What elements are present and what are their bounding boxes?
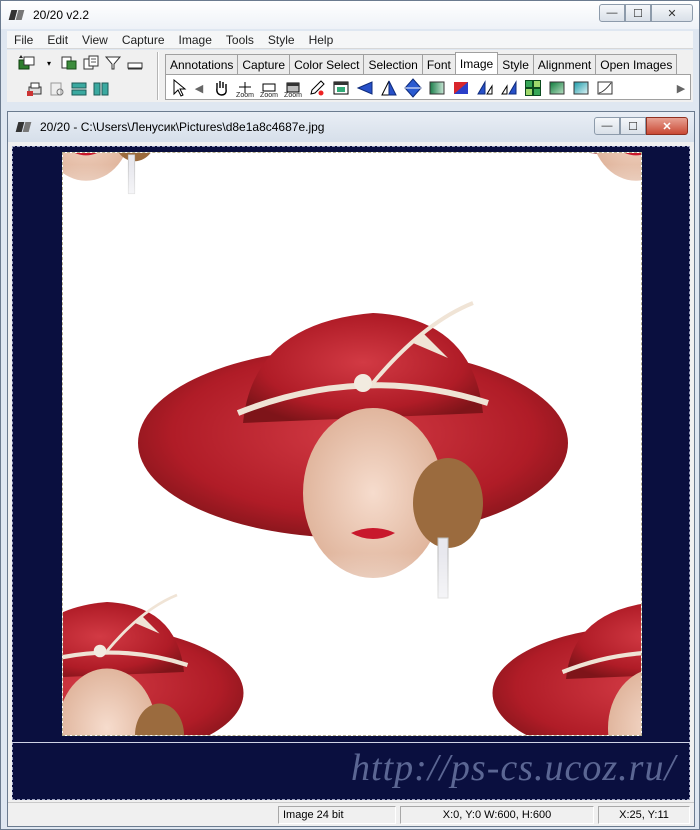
canvas-band-line (12, 742, 690, 743)
toolbar-tabs: Annotations Capture Color Select Selecti… (165, 52, 678, 74)
color-balance-icon[interactable] (450, 78, 472, 98)
brightness-icon[interactable] (546, 78, 568, 98)
scroll-right-icon[interactable]: ▶ (670, 78, 692, 98)
zoom-actual-icon[interactable]: Zoom (234, 78, 256, 99)
print-icon[interactable] (25, 80, 45, 98)
tile-vertical-icon[interactable] (91, 80, 111, 98)
rotate-right-icon[interactable] (498, 78, 520, 98)
app-title: 20/20 v2.2 (33, 8, 90, 22)
menu-view[interactable]: View (75, 33, 115, 47)
zoom-fit-label: Zoom (260, 92, 278, 99)
document-minimize-button[interactable]: — (594, 117, 620, 135)
dropdown-arrow-icon[interactable]: ▾ (39, 54, 59, 72)
image-tools-strip: ◀ Zoom Zoom Zoom ▶ (165, 74, 691, 100)
flip-left-icon[interactable] (354, 78, 376, 98)
zoom-fit-icon[interactable]: Zoom (258, 78, 280, 99)
left-toolbar: ▾ (13, 52, 153, 100)
menu-capture[interactable]: Capture (115, 33, 172, 47)
tiled-hat-image (63, 153, 641, 735)
tab-style[interactable]: Style (497, 54, 534, 74)
tab-alignment[interactable]: Alignment (532, 54, 597, 74)
menu-file[interactable]: File (7, 33, 40, 47)
eraser-icon[interactable] (125, 54, 145, 72)
menu-edit[interactable]: Edit (40, 33, 75, 47)
status-image-type: Image 24 bit (278, 806, 396, 824)
image-content[interactable] (62, 152, 642, 736)
status-bar: Image 24 bit X:0, Y:0 W:600, H:600 X:25,… (8, 802, 694, 826)
document-maximize-button[interactable]: ☐ (620, 117, 646, 135)
document-close-button[interactable]: ✕ (646, 117, 688, 135)
document-title: 20/20 - C:\Users\Ленусик\Pictures\d8e1a8… (40, 120, 325, 134)
status-geometry: X:0, Y:0 W:600, H:600 (400, 806, 594, 824)
filter-icon[interactable] (103, 54, 123, 72)
hand-pan-icon[interactable] (210, 78, 232, 98)
menu-style[interactable]: Style (261, 33, 302, 47)
tab-font[interactable]: Font (421, 54, 456, 74)
maximize-button[interactable]: ☐ (625, 4, 651, 22)
close-button[interactable]: ✕ (651, 4, 693, 22)
document-titlebar[interactable]: 20/20 - C:\Users\Ленусик\Pictures\d8e1a8… (8, 112, 694, 142)
zoom-window-label: Zoom (284, 92, 302, 99)
app-titlebar[interactable]: 20/20 v2.2 — ☐ ✕ (1, 1, 699, 29)
tab-annotations[interactable]: Annotations (165, 54, 239, 74)
zoom-actual-label: Zoom (236, 92, 254, 99)
app-window: 20/20 v2.2 — ☐ ✕ File Edit View Capture … (0, 0, 700, 830)
copy-icon[interactable] (81, 54, 101, 72)
document-icon (15, 119, 32, 135)
watermark-text: http://ps-cs.ucoz.ru/ (351, 747, 676, 789)
menu-help[interactable]: Help (302, 33, 341, 47)
image-canvas[interactable]: http://ps-cs.ucoz.ru/ (12, 146, 690, 800)
status-cursor: X:25, Y:11 (598, 806, 690, 824)
image-window-icon[interactable] (330, 78, 352, 98)
rotate-left-icon[interactable] (474, 78, 496, 98)
menu-bar: File Edit View Capture Image Tools Style… (7, 31, 693, 49)
main-window-bottom (1, 103, 699, 111)
mirror-icon[interactable] (378, 78, 400, 98)
window-controls: — ☐ ✕ (599, 4, 693, 22)
menu-image[interactable]: Image (172, 33, 219, 47)
tab-capture[interactable]: Capture (237, 54, 291, 74)
print-preview-icon[interactable] (47, 80, 67, 98)
mosaic-icon[interactable] (522, 78, 544, 98)
minimize-button[interactable]: — (599, 4, 625, 22)
curves-icon[interactable] (594, 78, 616, 98)
tile-horizontal-icon[interactable] (69, 80, 89, 98)
tab-open-images[interactable]: Open Images (595, 54, 678, 74)
new-image-icon[interactable] (17, 54, 37, 72)
paste-new-icon[interactable] (59, 54, 79, 72)
document-window-controls: — ☐ ✕ (594, 117, 688, 135)
menu-tools[interactable]: Tools (219, 33, 261, 47)
toolbar: ▾ Annotations Capture Color Select Selec… (7, 50, 693, 102)
document-window: 20/20 - C:\Users\Ленусик\Pictures\d8e1a8… (7, 111, 695, 827)
app-logo-icon (8, 7, 25, 23)
zoom-window-icon[interactable]: Zoom (282, 78, 304, 99)
toolbar-separator (157, 52, 159, 100)
scroll-left-icon[interactable]: ◀ (188, 78, 210, 98)
color-picker-icon[interactable] (306, 78, 328, 98)
tab-image[interactable]: Image (454, 52, 499, 74)
contrast-icon[interactable] (570, 78, 592, 98)
tab-color-select[interactable]: Color Select (289, 54, 365, 74)
gradient-icon[interactable] (426, 78, 448, 98)
tab-selection[interactable]: Selection (363, 54, 423, 74)
flip-vertical-icon[interactable] (402, 78, 424, 98)
pointer-icon[interactable] (168, 78, 190, 98)
